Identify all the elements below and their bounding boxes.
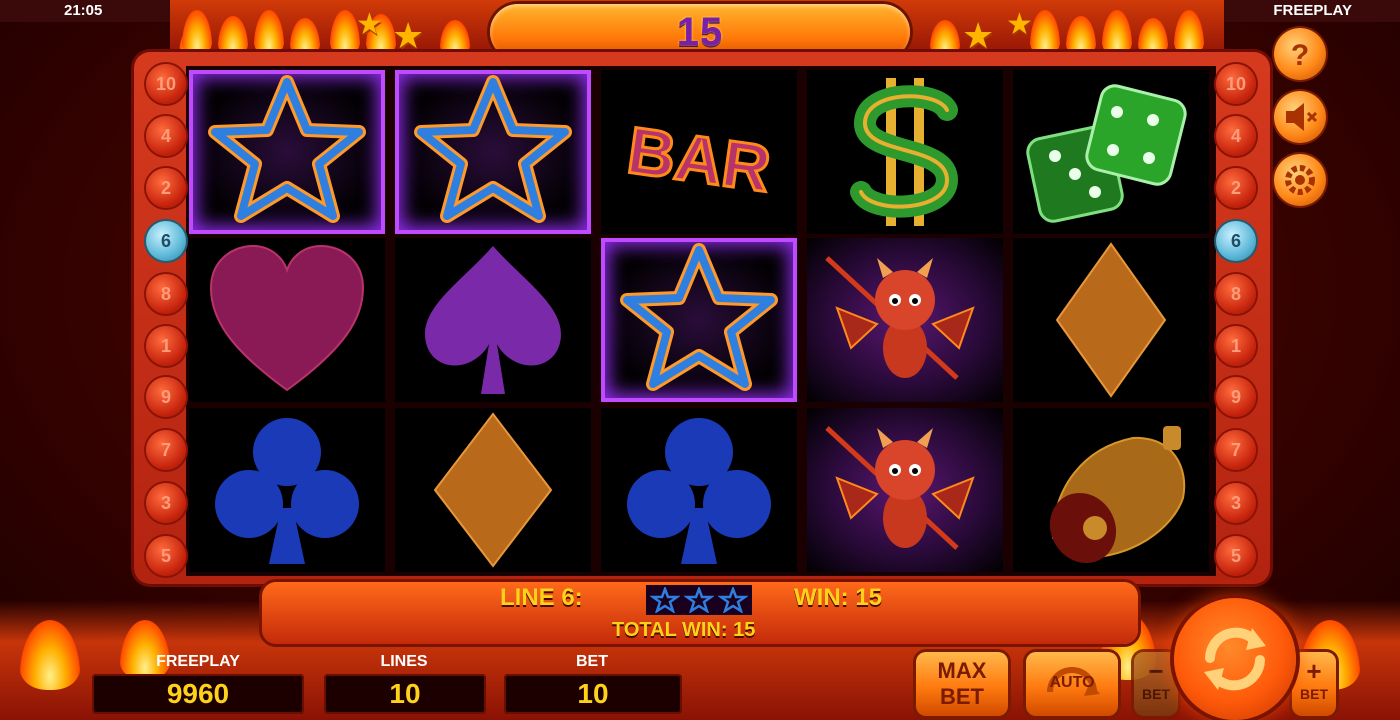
reel-cell: [1013, 408, 1209, 572]
bet-value[interactable]: 10: [504, 674, 682, 714]
bet-increase-button[interactable]: + BET: [1292, 652, 1336, 716]
heart-symbol-icon: [209, 244, 365, 392]
line-indicator-left[interactable]: 8: [146, 274, 186, 314]
star-symbol-icon: [414, 75, 572, 223]
star-symbol-icon: [208, 75, 366, 223]
line-indicator-right[interactable]: 3: [1216, 483, 1256, 523]
balance-label: FREEPLAY: [156, 653, 240, 670]
bet-increase-label: BET: [1300, 686, 1328, 702]
star-symbol-icon: [684, 587, 714, 613]
star-symbol-icon: [718, 587, 748, 613]
line-indicator-right[interactable]: 8: [1216, 274, 1256, 314]
devil-symbol-icon: [825, 256, 975, 380]
star-icon: ★: [356, 8, 383, 41]
reel-cell: [189, 70, 385, 234]
max-bet-button[interactable]: MAX BET: [916, 652, 1008, 716]
clock: 21:05: [0, 0, 170, 22]
reel-cell: BAR: [601, 70, 797, 234]
header-win-amount: 15: [676, 10, 724, 54]
reel-cell: [807, 238, 1003, 402]
reel-cell: [601, 238, 797, 402]
spade-symbol-icon: [425, 246, 561, 394]
club-symbol-icon: [215, 418, 359, 564]
star-symbol-icon: [650, 587, 680, 613]
reel-cell: [1013, 238, 1209, 402]
dice-symbol-icon: [1026, 84, 1187, 223]
diamond-symbol-icon: [1055, 242, 1167, 398]
settings-icon: [1285, 165, 1315, 195]
bet-label: BET: [576, 653, 608, 670]
minus-icon: −: [1148, 656, 1164, 686]
dollar-symbol-icon: [850, 78, 959, 226]
plus-icon: +: [1306, 656, 1322, 686]
reel-cell: [395, 238, 591, 402]
winning-symbols: [646, 585, 752, 615]
max-bet-label-top: MAX: [937, 658, 987, 683]
svg-text:BAR: BAR: [623, 112, 775, 205]
star-icon: ★: [392, 15, 425, 56]
line-indicator-right[interactable]: 7: [1216, 430, 1256, 470]
line-indicator-left-active[interactable]: 6: [146, 221, 186, 261]
reel-cell: [395, 70, 591, 234]
club-symbol-icon: [627, 418, 771, 564]
line-indicator-left[interactable]: 3: [146, 483, 186, 523]
line-indicator-right-active[interactable]: 6: [1216, 221, 1256, 261]
line-indicator-right[interactable]: 10: [1216, 64, 1256, 104]
autoplay-label: AUTO: [1049, 674, 1095, 691]
line-indicator-right[interactable]: 1: [1216, 326, 1256, 366]
star-icon: ★: [962, 15, 995, 56]
line-indicator-left[interactable]: 7: [146, 430, 186, 470]
mute-button[interactable]: [1274, 91, 1326, 143]
line-indicator-left[interactable]: 1: [146, 326, 186, 366]
spin-icon: [1204, 627, 1266, 691]
reel-cell: [189, 408, 385, 572]
line-indicator-right[interactable]: 4: [1216, 116, 1256, 156]
line-indicator-left[interactable]: 10: [146, 64, 186, 104]
settings-button[interactable]: [1274, 154, 1326, 206]
max-bet-label-bottom: BET: [940, 684, 984, 709]
reel-cell: [189, 238, 385, 402]
line-indicator-right[interactable]: 9: [1216, 377, 1256, 417]
devil-symbol-icon: [825, 426, 975, 550]
line-indicator-left[interactable]: 9: [146, 377, 186, 417]
line-indicator-right[interactable]: 5: [1216, 536, 1256, 576]
line-indicator-right[interactable]: 2: [1216, 168, 1256, 208]
balance-value: 9960: [92, 674, 304, 714]
line-label: LINE 6:: [500, 584, 583, 611]
diamond-symbol-icon: [433, 412, 553, 568]
autoplay-button[interactable]: AUTO: [1026, 652, 1118, 716]
reel-cell: [807, 70, 1003, 234]
bar-symbol-icon: BAR: [622, 111, 777, 207]
svg-text:?: ?: [1291, 39, 1309, 72]
star-symbol-icon: [620, 243, 778, 391]
game-screen: 21:05 FREEPLAY ★ ★ ★ ★ 15 BAR 10 4 2 6 8…: [0, 0, 1400, 720]
bell-symbol-icon: [1049, 426, 1186, 564]
lines-value[interactable]: 10: [324, 674, 486, 714]
bet-decrease-label: BET: [1142, 686, 1170, 702]
bet-decrease-button[interactable]: − BET: [1134, 652, 1178, 716]
lines-label: LINES: [380, 653, 428, 670]
total-win-label: TOTAL WIN: 15: [612, 619, 756, 641]
star-icon: ★: [1006, 8, 1033, 41]
help-icon: ?: [1291, 39, 1309, 72]
line-indicator-left[interactable]: 2: [146, 168, 186, 208]
reel-cell: [395, 408, 591, 572]
line-indicator-left[interactable]: 5: [146, 536, 186, 576]
spin-button[interactable]: [1174, 598, 1296, 720]
line-win-label: WIN: 15: [794, 584, 883, 611]
reel-cell: [601, 408, 797, 572]
help-button[interactable]: ?: [1274, 28, 1326, 80]
mute-icon: [1286, 103, 1318, 131]
reel-cell: [807, 408, 1003, 572]
mode-label: FREEPLAY: [1224, 0, 1400, 22]
reel-cell: [1013, 70, 1209, 234]
line-indicator-left[interactable]: 4: [146, 116, 186, 156]
